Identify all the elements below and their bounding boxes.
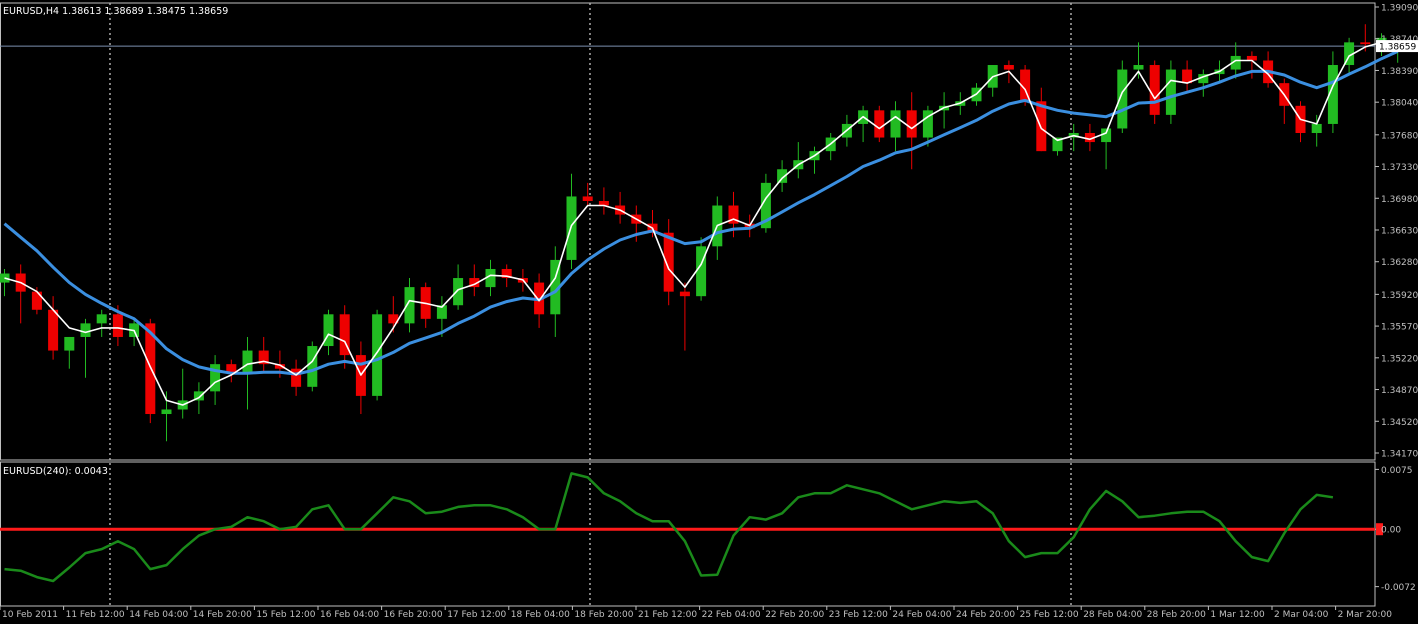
candle-bullish — [1101, 128, 1112, 143]
candle-bearish — [874, 110, 885, 138]
candle-bullish — [696, 246, 707, 297]
time-axis-label: 11 Feb 12:00 — [66, 610, 125, 620]
candle-bearish — [679, 291, 690, 297]
candle-bullish — [242, 350, 253, 374]
candle-bearish — [906, 110, 917, 138]
time-axis-label: 24 Feb 04:00 — [892, 610, 951, 620]
time-axis-label: 28 Feb 20:00 — [1147, 610, 1206, 620]
time-axis-label: 24 Feb 20:00 — [956, 610, 1015, 620]
time-axis-label: 17 Feb 12:00 — [447, 610, 506, 620]
time-axis-label: 1 Mar 12:00 — [1210, 610, 1265, 620]
price-tick-label: 1.38390 — [1381, 67, 1418, 77]
price-tick-label: 1.37330 — [1381, 163, 1418, 173]
candle-bullish — [1165, 69, 1176, 115]
time-axis-label: 22 Feb 04:00 — [702, 610, 761, 620]
moving-average-slow — [3, 50, 1399, 376]
time-axis-label: 16 Feb 20:00 — [384, 610, 443, 620]
price-tick-label: 1.34170 — [1381, 450, 1418, 460]
candle-bearish — [582, 196, 593, 201]
price-tick-label: 1.35920 — [1381, 291, 1418, 301]
osc-tick-label: 0.0075 — [1381, 466, 1413, 476]
oscillator-panel — [0, 472, 1375, 583]
current-price-label: 1.38659 — [1379, 43, 1416, 53]
osc-tick-label: 0.00 — [1381, 526, 1401, 536]
candle-bearish — [1149, 65, 1160, 115]
time-axis-label: 14 Feb 04:00 — [129, 610, 188, 620]
candle-bearish — [1003, 65, 1014, 70]
time-axis-label: 21 Feb 12:00 — [638, 610, 697, 620]
candle-bullish — [96, 314, 107, 324]
time-axis-label: 15 Feb 12:00 — [256, 610, 315, 620]
candle-bullish — [890, 110, 901, 138]
time-axis-label: 25 Feb 12:00 — [1020, 610, 1079, 620]
price-tick-label: 1.35220 — [1381, 354, 1418, 364]
price-tick-label: 1.38040 — [1381, 99, 1418, 109]
osc-tick-label: -0.0072 — [1381, 583, 1416, 593]
time-axis-label: 22 Feb 20:00 — [765, 610, 824, 620]
time-axis-label: 16 Feb 04:00 — [320, 610, 379, 620]
candle-bullish — [453, 278, 464, 306]
time-axis-label: 2 Mar 20:00 — [1338, 610, 1393, 620]
time-axis-label: 18 Feb 20:00 — [574, 610, 633, 620]
trading-chart-window[interactable]: 1.390901.387401.383901.380401.376801.373… — [0, 0, 1418, 620]
price-tick-label: 1.36280 — [1381, 258, 1418, 268]
price-tick-label: 1.34520 — [1381, 418, 1418, 428]
time-axis-label: 18 Feb 04:00 — [511, 610, 570, 620]
candle-bullish — [64, 336, 75, 351]
time-axis-label: 28 Feb 04:00 — [1083, 610, 1142, 620]
indicator-info-label: EURUSD(240): 0.0043 — [3, 466, 108, 477]
candle-bullish — [1311, 123, 1322, 134]
time-axis-label: 2 Mar 04:00 — [1274, 610, 1329, 620]
axis-layer: 1.390901.387401.383901.380401.376801.373… — [0, 4, 1418, 620]
moving-average-fast — [4, 41, 1398, 406]
candle-bullish — [307, 346, 318, 387]
candle-bearish — [1036, 101, 1047, 152]
candle-bearish — [48, 309, 59, 351]
price-tick-label: 1.37680 — [1381, 131, 1418, 141]
symbol-info-label: EURUSD,H4 1.38613 1.38689 1.38475 1.3865… — [3, 6, 228, 17]
candle-bullish — [1133, 65, 1144, 70]
candle-bullish — [161, 409, 172, 415]
oscillator-panel-border — [0, 461, 1376, 607]
time-axis-label: 10 Feb 2011 — [2, 610, 58, 620]
oscillator-line — [4, 472, 1334, 583]
grid-layer — [109, 3, 1072, 606]
candle-bearish — [1360, 42, 1371, 45]
price-panel — [0, 24, 1403, 442]
time-axis-label: 14 Feb 20:00 — [193, 610, 252, 620]
price-tick-label: 1.34870 — [1381, 386, 1418, 396]
time-axis-label: 23 Feb 12:00 — [829, 610, 888, 620]
chart-canvas[interactable]: 1.390901.387401.383901.380401.376801.373… — [0, 0, 1418, 620]
price-tick-label: 1.39090 — [1381, 4, 1418, 14]
candle-bearish — [112, 314, 123, 337]
price-tick-label: 1.35570 — [1381, 323, 1418, 333]
price-tick-label: 1.36980 — [1381, 195, 1418, 205]
price-tick-label: 1.36630 — [1381, 227, 1418, 237]
candle-bullish — [80, 323, 91, 337]
candle-bullish — [372, 314, 383, 396]
